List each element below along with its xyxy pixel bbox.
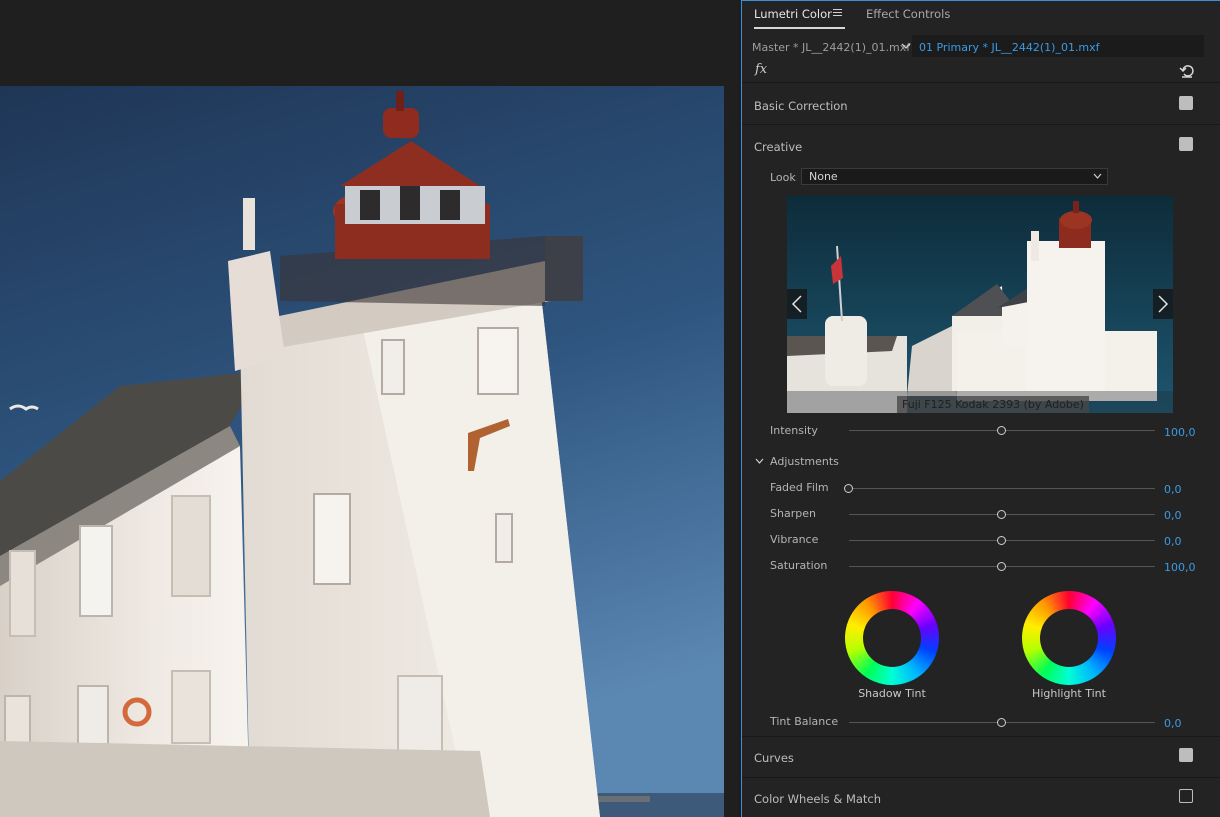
- faded-film-label: Faded Film: [770, 481, 829, 494]
- adjustments-heading[interactable]: Adjustments: [770, 455, 839, 468]
- highlight-tint-label: Highlight Tint: [1032, 687, 1106, 700]
- sharpen-slider-thumb[interactable]: [997, 510, 1006, 519]
- chevron-down-icon[interactable]: [755, 458, 764, 465]
- section-title-color-wheels-match[interactable]: Color Wheels & Match: [754, 792, 881, 806]
- look-label: Look: [770, 171, 796, 184]
- tint-balance-value[interactable]: 0,0: [1164, 717, 1182, 730]
- highlight-tint-wheel[interactable]: [1022, 591, 1116, 685]
- section-title-creative[interactable]: Creative: [754, 140, 802, 154]
- lumetri-color-panel: Lumetri Color Effect Controls Master * J…: [741, 0, 1220, 817]
- chevron-down-icon: [1093, 173, 1102, 179]
- basic-correction-checkbox[interactable]: [1179, 96, 1193, 110]
- sharpen-label: Sharpen: [770, 507, 816, 520]
- section-basic-correction[interactable]: Basic Correction: [742, 84, 1220, 125]
- program-monitor: [0, 0, 738, 817]
- hamburger-icon[interactable]: [833, 9, 842, 17]
- shadow-tint-label: Shadow Tint: [858, 687, 926, 700]
- section-title-curves[interactable]: Curves: [754, 751, 794, 765]
- chevron-left-icon: [791, 295, 802, 313]
- section-title-basic-correction[interactable]: Basic Correction: [754, 99, 848, 113]
- look-dropdown-value: None: [809, 170, 838, 183]
- panel-tabs: Lumetri Color Effect Controls: [742, 1, 1220, 31]
- chevron-down-icon[interactable]: [900, 40, 912, 52]
- intensity-label: Intensity: [770, 424, 818, 437]
- previous-look-button[interactable]: [787, 289, 807, 319]
- active-tab-underline: [754, 27, 845, 29]
- section-curves[interactable]: Curves: [742, 737, 1220, 778]
- look-preview-thumbnail[interactable]: Fuji F125 Kodak 2393 (by Adobe): [787, 196, 1173, 413]
- faded-film-slider-thumb[interactable]: [844, 484, 853, 493]
- tint-balance-slider-thumb[interactable]: [997, 718, 1006, 727]
- video-frame[interactable]: [0, 86, 724, 817]
- reset-icon[interactable]: [1179, 63, 1195, 79]
- tint-balance-label: Tint Balance: [770, 715, 839, 728]
- intensity-slider-thumb[interactable]: [997, 426, 1006, 435]
- sharpen-value[interactable]: 0,0: [1164, 509, 1182, 522]
- shadow-tint-wheel[interactable]: [845, 591, 939, 685]
- color-wheels-checkbox[interactable]: [1179, 789, 1193, 803]
- saturation-slider-thumb[interactable]: [997, 562, 1006, 571]
- faded-film-slider-track[interactable]: [849, 488, 1155, 489]
- saturation-label: Saturation: [770, 559, 828, 572]
- vibrance-value[interactable]: 0,0: [1164, 535, 1182, 548]
- tab-lumetri-color[interactable]: Lumetri Color: [754, 7, 832, 21]
- primary-clip-dropdown[interactable]: 01 Primary * JL__2442(1)_01.mxf: [912, 35, 1204, 57]
- next-look-button[interactable]: [1153, 289, 1173, 319]
- curves-checkbox[interactable]: [1179, 748, 1193, 762]
- clip-selector-bar: Master * JL__2442(1)_01.mxf 01 Primary *…: [742, 33, 1220, 59]
- tab-effect-controls[interactable]: Effect Controls: [866, 7, 950, 21]
- vibrance-label: Vibrance: [770, 533, 819, 546]
- master-clip-label[interactable]: Master * JL__2442(1)_01.mxf: [752, 41, 910, 54]
- intensity-value[interactable]: 100,0: [1164, 426, 1196, 439]
- section-color-wheels-match[interactable]: Color Wheels & Match: [742, 778, 1220, 817]
- creative-checkbox[interactable]: [1179, 137, 1193, 151]
- saturation-value[interactable]: 100,0: [1164, 561, 1196, 574]
- primary-clip-label: 01 Primary * JL__2442(1)_01.mxf: [919, 41, 1100, 54]
- vibrance-slider-thumb[interactable]: [997, 536, 1006, 545]
- look-preview-image: [787, 196, 1173, 413]
- look-dropdown[interactable]: None: [801, 168, 1108, 185]
- faded-film-value[interactable]: 0,0: [1164, 483, 1182, 496]
- preview-look-caption: Fuji F125 Kodak 2393 (by Adobe): [897, 396, 1089, 413]
- chevron-right-icon: [1158, 295, 1169, 313]
- fx-row: fx: [742, 59, 1220, 83]
- fx-icon[interactable]: fx: [755, 62, 767, 77]
